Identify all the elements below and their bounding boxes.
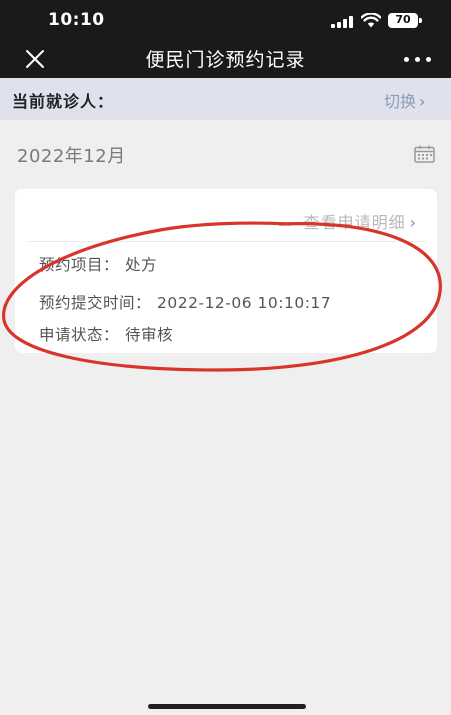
patient-label: 当前就诊人：	[12, 92, 115, 111]
status-bar: 10:10 70	[0, 0, 451, 40]
month-row: 2022年12月	[0, 132, 451, 172]
switch-label: 切换	[384, 92, 417, 111]
nav-bar: 便民门诊预约记录	[0, 40, 451, 78]
month-label: 2022年12月	[17, 146, 126, 167]
view-details-link[interactable]: 查看申请明细 ›	[304, 209, 417, 233]
switch-patient-button[interactable]: 切换 ›	[384, 88, 425, 112]
page-title: 便民门诊预约记录	[145, 49, 306, 71]
top-bar: 10:10 70 便民门诊预约记录	[0, 0, 451, 78]
battery-level: 70	[395, 13, 411, 26]
field-separator: ：	[103, 326, 120, 344]
field-value: 处方	[125, 256, 158, 274]
field-label: 预约项目	[39, 256, 104, 274]
field-value: 待审核	[125, 326, 174, 344]
calendar-icon[interactable]	[414, 145, 435, 163]
signal-icon	[331, 16, 353, 28]
field-submit-time: 预约提交时间： 2022-12-06 10:10:17	[39, 291, 331, 313]
view-details-label: 查看申请明细	[303, 213, 406, 232]
field-project: 预约项目： 处方	[39, 253, 157, 275]
field-label: 预约提交时间	[39, 294, 136, 312]
chevron-right-icon: ›	[419, 92, 426, 111]
card-divider	[27, 241, 427, 242]
field-label: 申请状态	[39, 326, 104, 344]
field-status: 申请状态： 待审核	[39, 323, 173, 345]
close-icon[interactable]	[24, 48, 46, 70]
wifi-icon	[361, 13, 381, 28]
field-value: 2022-12-06 10:10:17	[157, 294, 332, 312]
more-icon[interactable]	[403, 51, 433, 67]
patient-bar: 当前就诊人： 切换 ›	[0, 78, 451, 120]
battery-icon: 70	[388, 13, 422, 28]
field-separator: ：	[135, 294, 152, 312]
appointment-record-card[interactable]: 查看申请明细 › 预约项目： 处方 预约提交时间： 2022-12-06 10:10:…	[15, 189, 437, 353]
status-time: 10:10	[48, 10, 105, 30]
field-separator: ：	[103, 256, 120, 274]
home-indicator	[148, 704, 306, 709]
chevron-right-icon: ›	[409, 213, 417, 232]
